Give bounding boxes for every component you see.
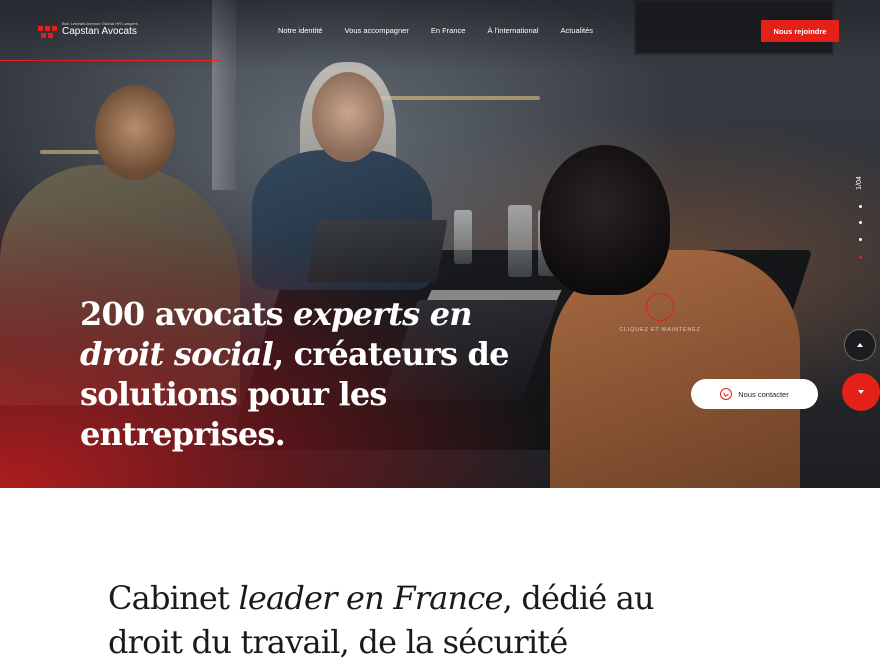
nav-item-accompagner[interactable]: Vous accompagner <box>345 26 409 35</box>
slide-counter: 1/04 <box>856 176 863 190</box>
intro-text: Cabinet leader en France, dédié au droit… <box>108 576 668 660</box>
contact-button[interactable]: Nous contacter <box>691 379 818 409</box>
header-accent-line <box>0 60 220 61</box>
scroll-up-button[interactable] <box>844 329 876 361</box>
hold-label: Cliquez et maintenez <box>619 327 701 333</box>
hero-photo-light <box>380 96 540 100</box>
chevron-up-icon <box>857 343 863 347</box>
logo[interactable]: Bon Lebeats Avenue Global HR Lawyers Cap… <box>38 21 138 38</box>
main-nav: Notre identité Vous accompagner En Franc… <box>278 26 593 35</box>
logo-mark-icon <box>38 22 58 38</box>
nav-item-international[interactable]: À l'international <box>487 26 538 35</box>
nav-item-actualites[interactable]: Actualités <box>560 26 593 35</box>
logo-name: Capstan Avocats <box>62 26 137 37</box>
nav-item-identite[interactable]: Notre identité <box>278 26 323 35</box>
intro-text-part: Cabinet <box>108 579 239 617</box>
intro-text-italic: leader en France <box>238 579 503 617</box>
slide-dot-active[interactable] <box>859 256 862 259</box>
slide-dot[interactable] <box>859 238 862 241</box>
phone-icon <box>720 388 733 400</box>
slide-dot[interactable] <box>859 221 862 224</box>
chevron-down-icon <box>858 390 864 394</box>
join-button[interactable]: Nous rejoindre <box>761 20 839 42</box>
contact-button-label: Nous contacter <box>738 389 789 399</box>
nav-item-france[interactable]: En France <box>431 26 466 35</box>
hero-title-part: 200 avocats <box>80 295 294 333</box>
slide-dot[interactable] <box>859 205 862 208</box>
hero-photo-person <box>95 85 175 180</box>
scroll-down-button[interactable] <box>842 373 880 411</box>
hold-circle-icon[interactable] <box>646 293 674 321</box>
hero-photo-person <box>312 72 384 162</box>
hero-title: 200 avocats experts en droit social, cré… <box>80 294 550 454</box>
logo-text: Bon Lebeats Avenue Global HR Lawyers Cap… <box>62 21 138 38</box>
